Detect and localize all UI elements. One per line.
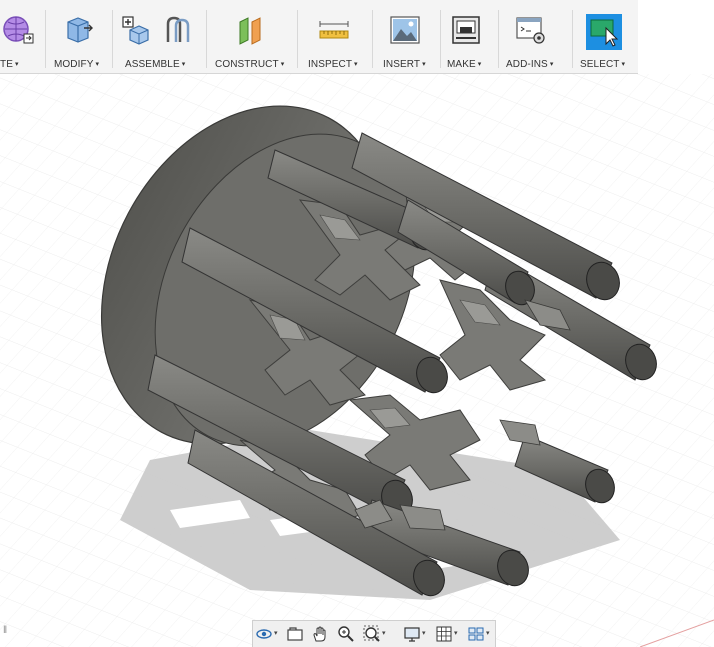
toolbar-group-insert[interactable]: INSERT ▾ — [377, 0, 437, 73]
scripts-addins-icon[interactable] — [515, 14, 547, 46]
toolbar-group-create[interactable]: TE ▾ — [0, 0, 42, 73]
toolbar-label-addins: ADD-INS ▾ — [506, 59, 554, 70]
toolbar-label-create: TE ▾ — [0, 59, 19, 70]
toolbar-divider — [45, 10, 46, 68]
display-dropdown-caret[interactable]: ▾ — [422, 629, 426, 637]
offset-plane-icon[interactable] — [234, 14, 266, 46]
look-at-icon[interactable] — [286, 625, 304, 643]
toolbar-divider — [498, 10, 499, 68]
modify-press-pull-icon[interactable] — [62, 14, 94, 46]
zoom-icon[interactable] — [337, 625, 355, 643]
model-scene — [0, 74, 714, 647]
toolbar-label-select: SELECT ▾ — [580, 59, 626, 70]
toolbar-divider — [372, 10, 373, 68]
toolbar-divider — [572, 10, 573, 68]
toolbar-label-modify: MODIFY ▾ — [54, 59, 100, 70]
panel-collapse-handle[interactable]: ‖ — [3, 625, 9, 639]
fit-zoom-icon[interactable] — [363, 625, 381, 643]
toolbar-group-assemble[interactable]: ASSEMBLE ▾ — [116, 0, 200, 73]
toolbar-group-make[interactable]: MAKE ▾ — [444, 0, 494, 73]
toolbar-group-inspect[interactable]: INSPECT ▾ — [302, 0, 368, 73]
toolbar-label-construct: CONSTRUCT ▾ — [215, 59, 285, 70]
toolbar-group-select[interactable]: SELECT ▾ — [576, 0, 636, 73]
grid-dropdown-caret[interactable]: ▾ — [454, 629, 458, 637]
orbit-dropdown-caret[interactable]: ▾ — [274, 629, 278, 637]
toolbar-divider — [440, 10, 441, 68]
canvas-viewport[interactable] — [0, 74, 714, 647]
toolbar-divider — [297, 10, 298, 68]
zoom-dropdown-caret[interactable]: ▾ — [382, 629, 386, 637]
navigation-bar: ▾ ▾ ▾ ▾ ▾ — [252, 620, 496, 647]
orbit-icon[interactable] — [255, 625, 273, 643]
toolbar: TE ▾ MODIFY ▾ ASSEMBLE ▾ CONSTRUCT ▾ INS… — [0, 0, 638, 74]
toolbar-group-modify[interactable]: MODIFY ▾ — [50, 0, 108, 73]
toolbar-label-assemble: ASSEMBLE ▾ — [125, 59, 186, 70]
toolbar-group-addins[interactable]: ADD-INS ▾ — [503, 0, 569, 73]
viewports-dropdown-caret[interactable]: ▾ — [486, 629, 490, 637]
joint-icon[interactable] — [162, 14, 194, 46]
insert-image-icon[interactable] — [389, 14, 421, 46]
pan-hand-icon[interactable] — [311, 625, 329, 643]
create-mesh-icon[interactable] — [2, 14, 34, 46]
toolbar-divider — [206, 10, 207, 68]
toolbar-label-make: MAKE ▾ — [447, 59, 482, 70]
select-cursor-icon[interactable] — [588, 16, 620, 48]
toolbar-label-inspect: INSPECT ▾ — [308, 59, 358, 70]
toolbar-divider — [112, 10, 113, 68]
new-component-icon[interactable] — [120, 14, 152, 46]
toolbar-label-insert: INSERT ▾ — [383, 59, 426, 70]
grid-settings-icon[interactable] — [435, 625, 453, 643]
toolbar-group-construct[interactable]: CONSTRUCT ▾ — [210, 0, 294, 73]
3d-print-icon[interactable] — [450, 14, 482, 46]
measure-ruler-icon[interactable] — [318, 14, 350, 46]
viewports-icon[interactable] — [467, 625, 485, 643]
display-settings-icon[interactable] — [403, 625, 421, 643]
